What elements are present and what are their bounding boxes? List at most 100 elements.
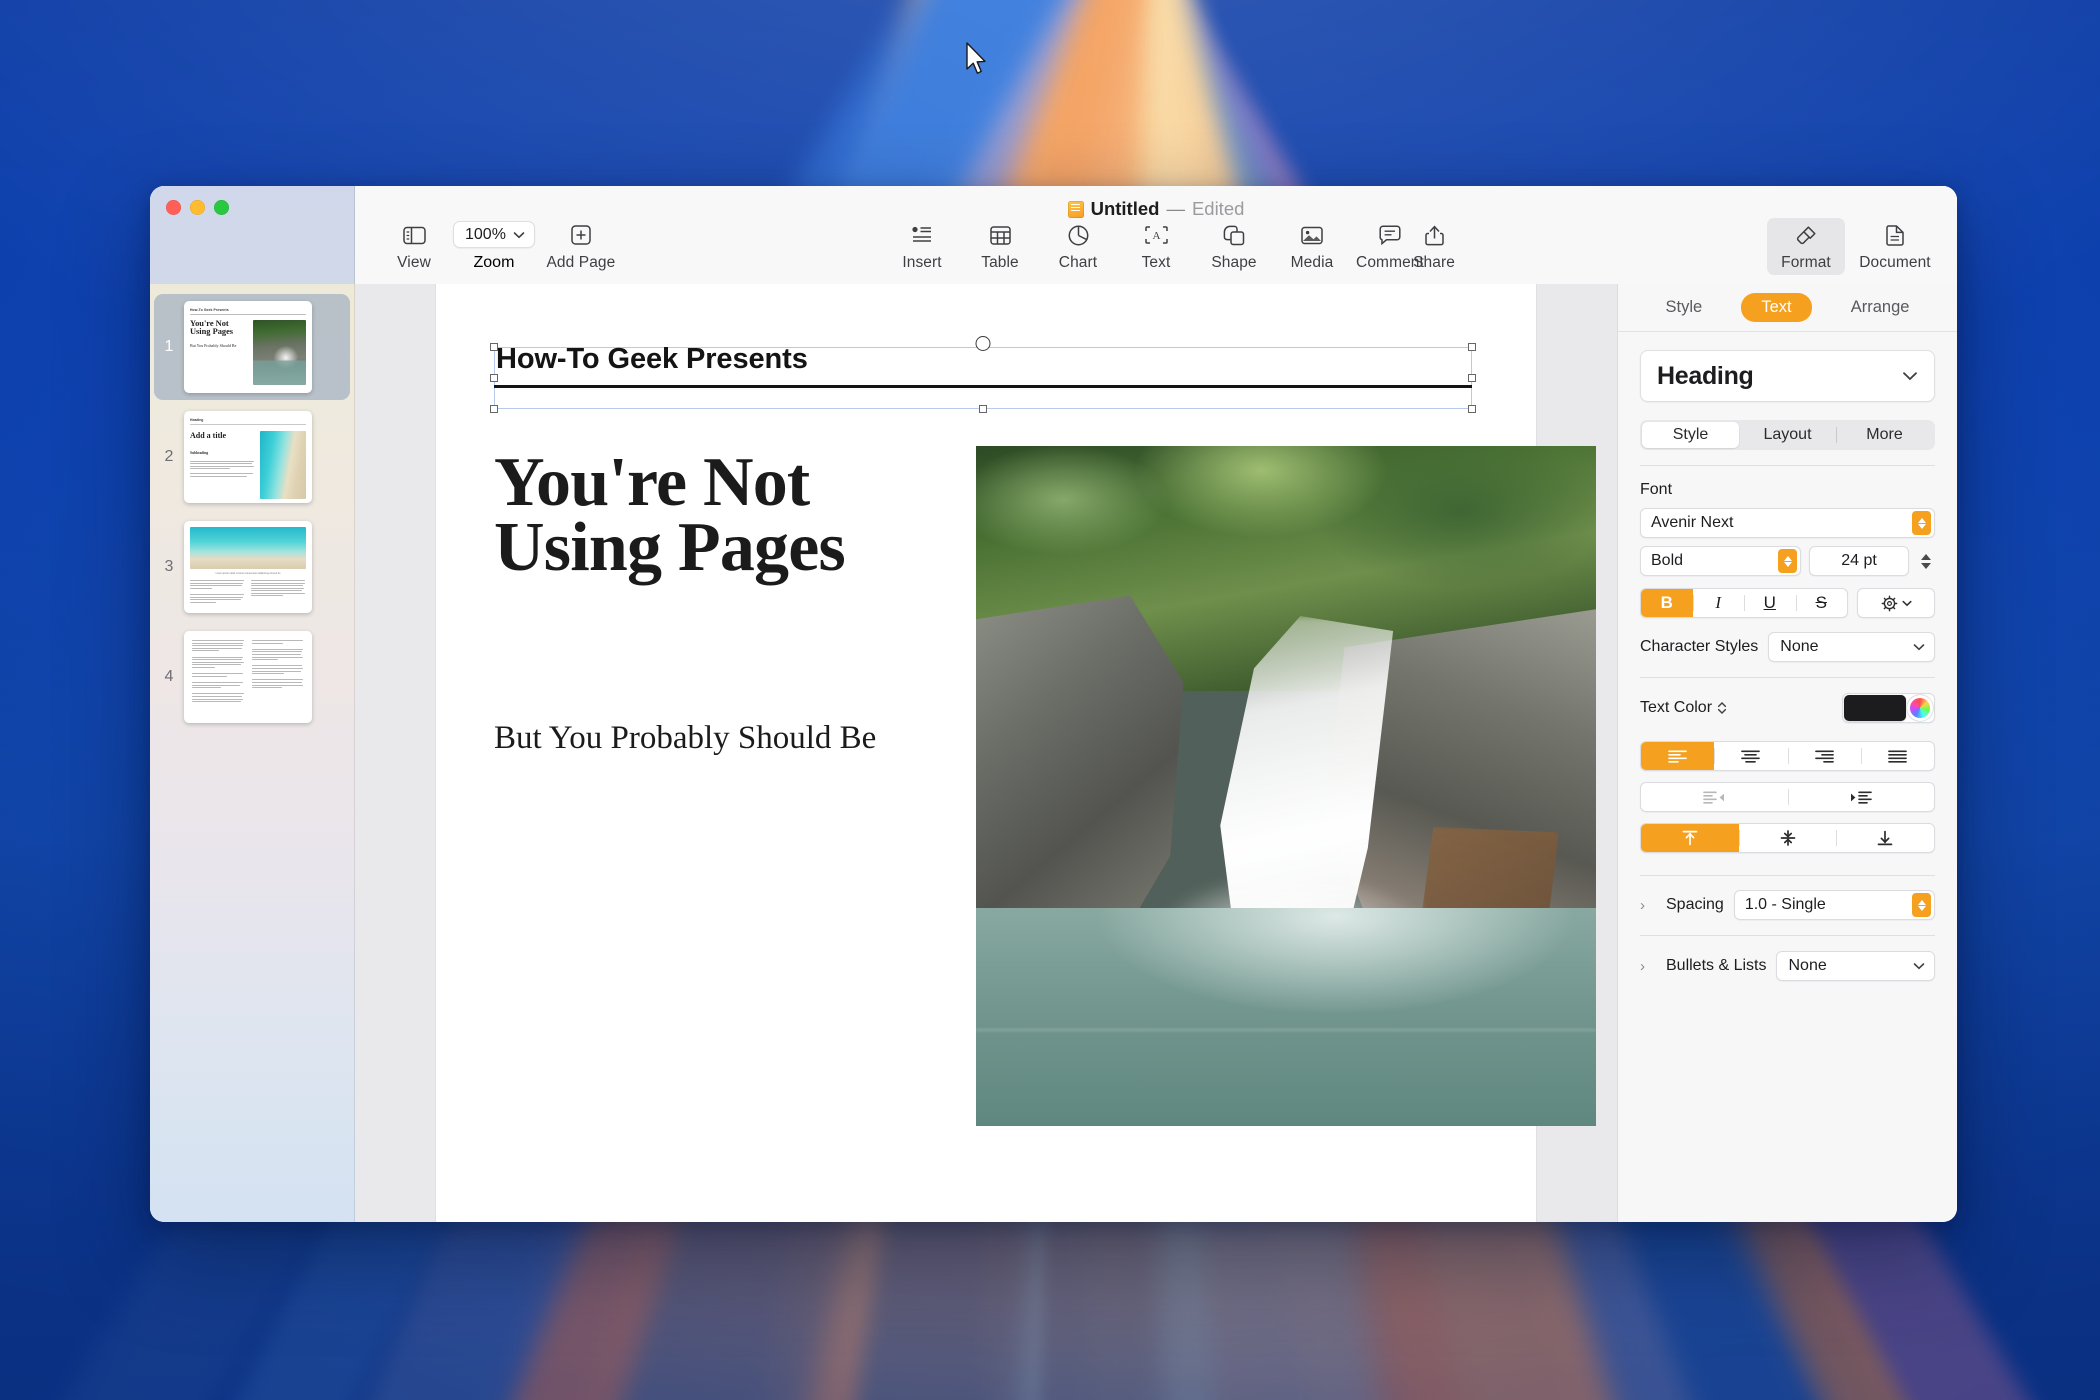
document-subheading[interactable]: But You Probably Should Be [494,718,964,760]
page-preview: Lorem ipsum dolor sit amet consectetur a… [184,521,312,613]
align-left-button[interactable] [1641,742,1715,770]
align-bottom-icon [1877,830,1893,846]
spacing-disclosure-triangle[interactable]: › [1640,897,1656,914]
align-middle-icon [1780,830,1795,846]
align-right-button[interactable] [1787,742,1861,770]
resize-handle-sw[interactable] [490,405,498,413]
paragraph-style-popup[interactable]: Heading [1640,350,1935,402]
resize-handle-w[interactable] [490,374,498,382]
subtab-layout[interactable]: Layout [1739,422,1836,448]
character-styles-popup[interactable]: None [1768,632,1935,662]
thumb-beach-image [260,430,306,499]
strikethrough-button[interactable]: S [1795,589,1848,617]
share-button[interactable]: Share [1395,218,1473,275]
tab-text[interactable]: Text [1741,293,1812,322]
font-size-field[interactable]: 24 pt [1809,546,1909,576]
align-center-button[interactable] [1714,742,1787,770]
chart-button[interactable]: Chart [1039,218,1117,275]
font-family-stepper[interactable] [1912,511,1931,535]
thumbnail-page-3[interactable]: 3 Lorem ipsum dolor sit amet consectetur… [154,514,350,620]
divider [1640,935,1935,936]
character-styles-label: Character Styles [1640,638,1759,655]
table-button[interactable]: Table [961,218,1039,275]
indent-button[interactable] [1787,783,1935,811]
minimize-button[interactable] [190,200,205,215]
page-number: 4 [164,668,174,685]
spacing-select[interactable]: 1.0 - Single [1733,890,1935,920]
svg-text:A: A [1152,230,1160,242]
align-bottom-button[interactable] [1836,824,1934,852]
share-icon [1424,222,1444,248]
add-page-button[interactable]: Add Page [535,218,627,275]
thumb-header: How-To Geek Presents [190,308,229,312]
resize-handle-ne[interactable] [1468,343,1476,351]
document-button[interactable]: Document [1849,218,1941,275]
align-justify-button[interactable] [1860,742,1934,770]
resize-handle-e[interactable] [1468,374,1476,382]
align-justify-icon [1888,749,1907,763]
view-button[interactable]: View [375,218,453,275]
color-wheel-icon[interactable] [1907,695,1933,721]
subtab-more[interactable]: More [1836,422,1933,448]
waterfall-photo[interactable] [976,446,1596,1126]
bold-button[interactable]: B [1641,589,1693,617]
toolbar-left-group: View 100% Zoom Add Page [375,217,627,275]
format-button[interactable]: Format [1767,218,1845,275]
paragraph-style-value: Heading [1657,361,1754,390]
shapes-icon [1223,222,1245,248]
align-top-button[interactable] [1641,824,1739,852]
document-heading[interactable]: You're Not Using Pages [494,447,964,582]
underline-button[interactable]: U [1744,589,1796,617]
resize-handle-s[interactable] [979,405,987,413]
font-weight-stepper[interactable] [1778,549,1797,573]
close-button[interactable] [166,200,181,215]
document-header-text[interactable]: How-To Geek Presents [496,343,808,376]
text-button[interactable]: A Text [1117,218,1195,275]
toolbar-right-group: Share Format Document [1395,218,1941,275]
media-button[interactable]: Media [1273,218,1351,275]
font-options-button[interactable] [1857,588,1935,618]
resize-handle-se[interactable] [1468,405,1476,413]
align-middle-button[interactable] [1738,824,1837,852]
page-thumbnails-sidebar[interactable]: 1 How-To Geek Presents You're Not Using … [150,284,355,1222]
zoom-popup-button[interactable]: 100% [453,221,535,248]
outdent-button[interactable] [1641,783,1788,811]
resize-handle-nw[interactable] [490,343,498,351]
horizontal-alignment-group [1640,741,1935,771]
spacing-stepper[interactable] [1912,893,1931,917]
italic-button[interactable]: I [1692,589,1745,617]
thumb-beach-wide-image [190,527,306,569]
subtab-style[interactable]: Style [1642,422,1739,448]
text-color-label: Text Color [1640,699,1727,717]
document-canvas[interactable]: How-To Geek Presents You're Not Using Pa… [355,284,1617,1222]
format-label: Format [1781,254,1831,271]
vertical-alignment-group [1640,823,1935,853]
font-size-stepper[interactable] [1917,553,1935,569]
shape-button[interactable]: Shape [1195,218,1273,275]
text-color-swatch[interactable] [1844,695,1906,721]
zoom-control[interactable]: 100% Zoom [453,217,535,275]
thumbnail-page-2[interactable]: 2 Heading Add a title Subheading [154,404,350,510]
bullets-disclosure-triangle[interactable]: › [1640,958,1656,975]
font-family-select[interactable]: Avenir Next [1640,508,1935,538]
bullets-popup[interactable]: None [1776,951,1935,981]
maximize-button[interactable] [214,200,229,215]
window-toolbar: Untitled — Edited View 100% Zoom Add Pag… [150,186,1957,284]
tab-style[interactable]: Style [1646,293,1723,322]
text-color-control[interactable] [1842,693,1935,723]
selected-text-box[interactable]: How-To Geek Presents [490,336,1476,413]
thumb-title: You're Not Using Pages [190,318,234,337]
format-subtabs: Style Layout More [1640,420,1935,450]
divider [1640,677,1935,678]
document-page[interactable]: How-To Geek Presents You're Not Using Pa… [436,284,1596,1222]
insert-button[interactable]: Insert [883,218,961,275]
indent-group [1640,782,1935,812]
thumbnail-page-4[interactable]: 4 [154,624,350,730]
toolbar-center-group: Insert Table Chart A Text Shape Media Co… [883,218,1429,275]
thumbnail-page-1[interactable]: 1 How-To Geek Presents You're Not Using … [154,294,350,400]
shape-label: Shape [1211,254,1257,271]
toolbar-left-region [150,186,355,284]
thumb-header: Heading [190,418,204,422]
font-weight-select[interactable]: Bold [1640,546,1801,576]
tab-arrange[interactable]: Arrange [1831,293,1930,322]
